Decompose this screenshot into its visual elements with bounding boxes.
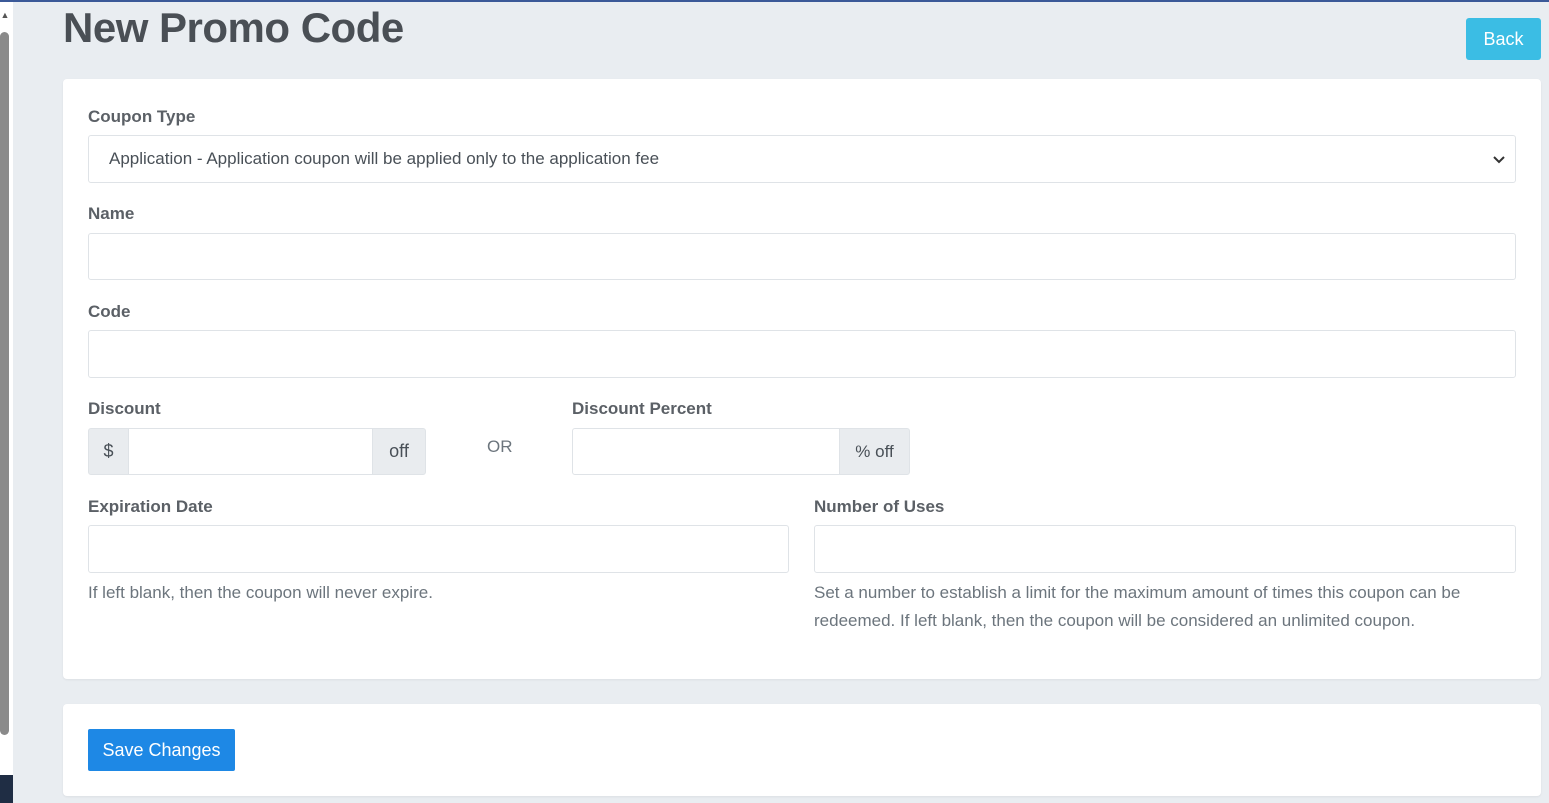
back-button[interactable]: Back — [1466, 18, 1541, 60]
page-title: New Promo Code — [63, 4, 404, 51]
coupon-type-selected-value: Application - Application coupon will be… — [109, 149, 660, 168]
actions-card — [63, 704, 1541, 796]
discount-percent-label: Discount Percent — [572, 399, 712, 418]
or-separator: OR — [487, 437, 513, 456]
number-of-uses-help-line2: redeemed. If left blank, then the coupon… — [814, 611, 1416, 630]
caret-up-icon[interactable]: ▲ — [0, 10, 10, 22]
sidebar-edge — [0, 775, 13, 803]
coupon-type-label: Coupon Type — [88, 107, 196, 126]
left-scroll-panel: ▲ — [0, 2, 13, 803]
discount-percent-input[interactable] — [572, 428, 840, 475]
expiration-date-label: Expiration Date — [88, 497, 213, 516]
number-of-uses-input[interactable] — [814, 525, 1516, 573]
percent-off-suffix: % off — [839, 428, 910, 475]
discount-off-suffix: off — [372, 428, 426, 475]
discount-input[interactable] — [128, 428, 373, 475]
expiration-date-help: If left blank, then the coupon will neve… — [88, 583, 433, 602]
coupon-type-select[interactable]: Application - Application coupon will be… — [88, 135, 1516, 183]
top-border — [0, 0, 1549, 2]
code-label: Code — [88, 302, 131, 321]
number-of-uses-label: Number of Uses — [814, 497, 945, 516]
name-label: Name — [88, 204, 135, 223]
code-input[interactable] — [88, 330, 1516, 378]
expiration-date-input[interactable] — [88, 525, 789, 573]
save-changes-button[interactable]: Save Changes — [88, 729, 235, 771]
chevron-down-icon — [1493, 151, 1505, 167]
dollar-prefix: $ — [88, 428, 129, 475]
scrollbar-thumb[interactable] — [0, 32, 9, 735]
number-of-uses-help-line1: Set a number to establish a limit for th… — [814, 583, 1461, 602]
name-input[interactable] — [88, 233, 1516, 280]
discount-label: Discount — [88, 399, 161, 418]
